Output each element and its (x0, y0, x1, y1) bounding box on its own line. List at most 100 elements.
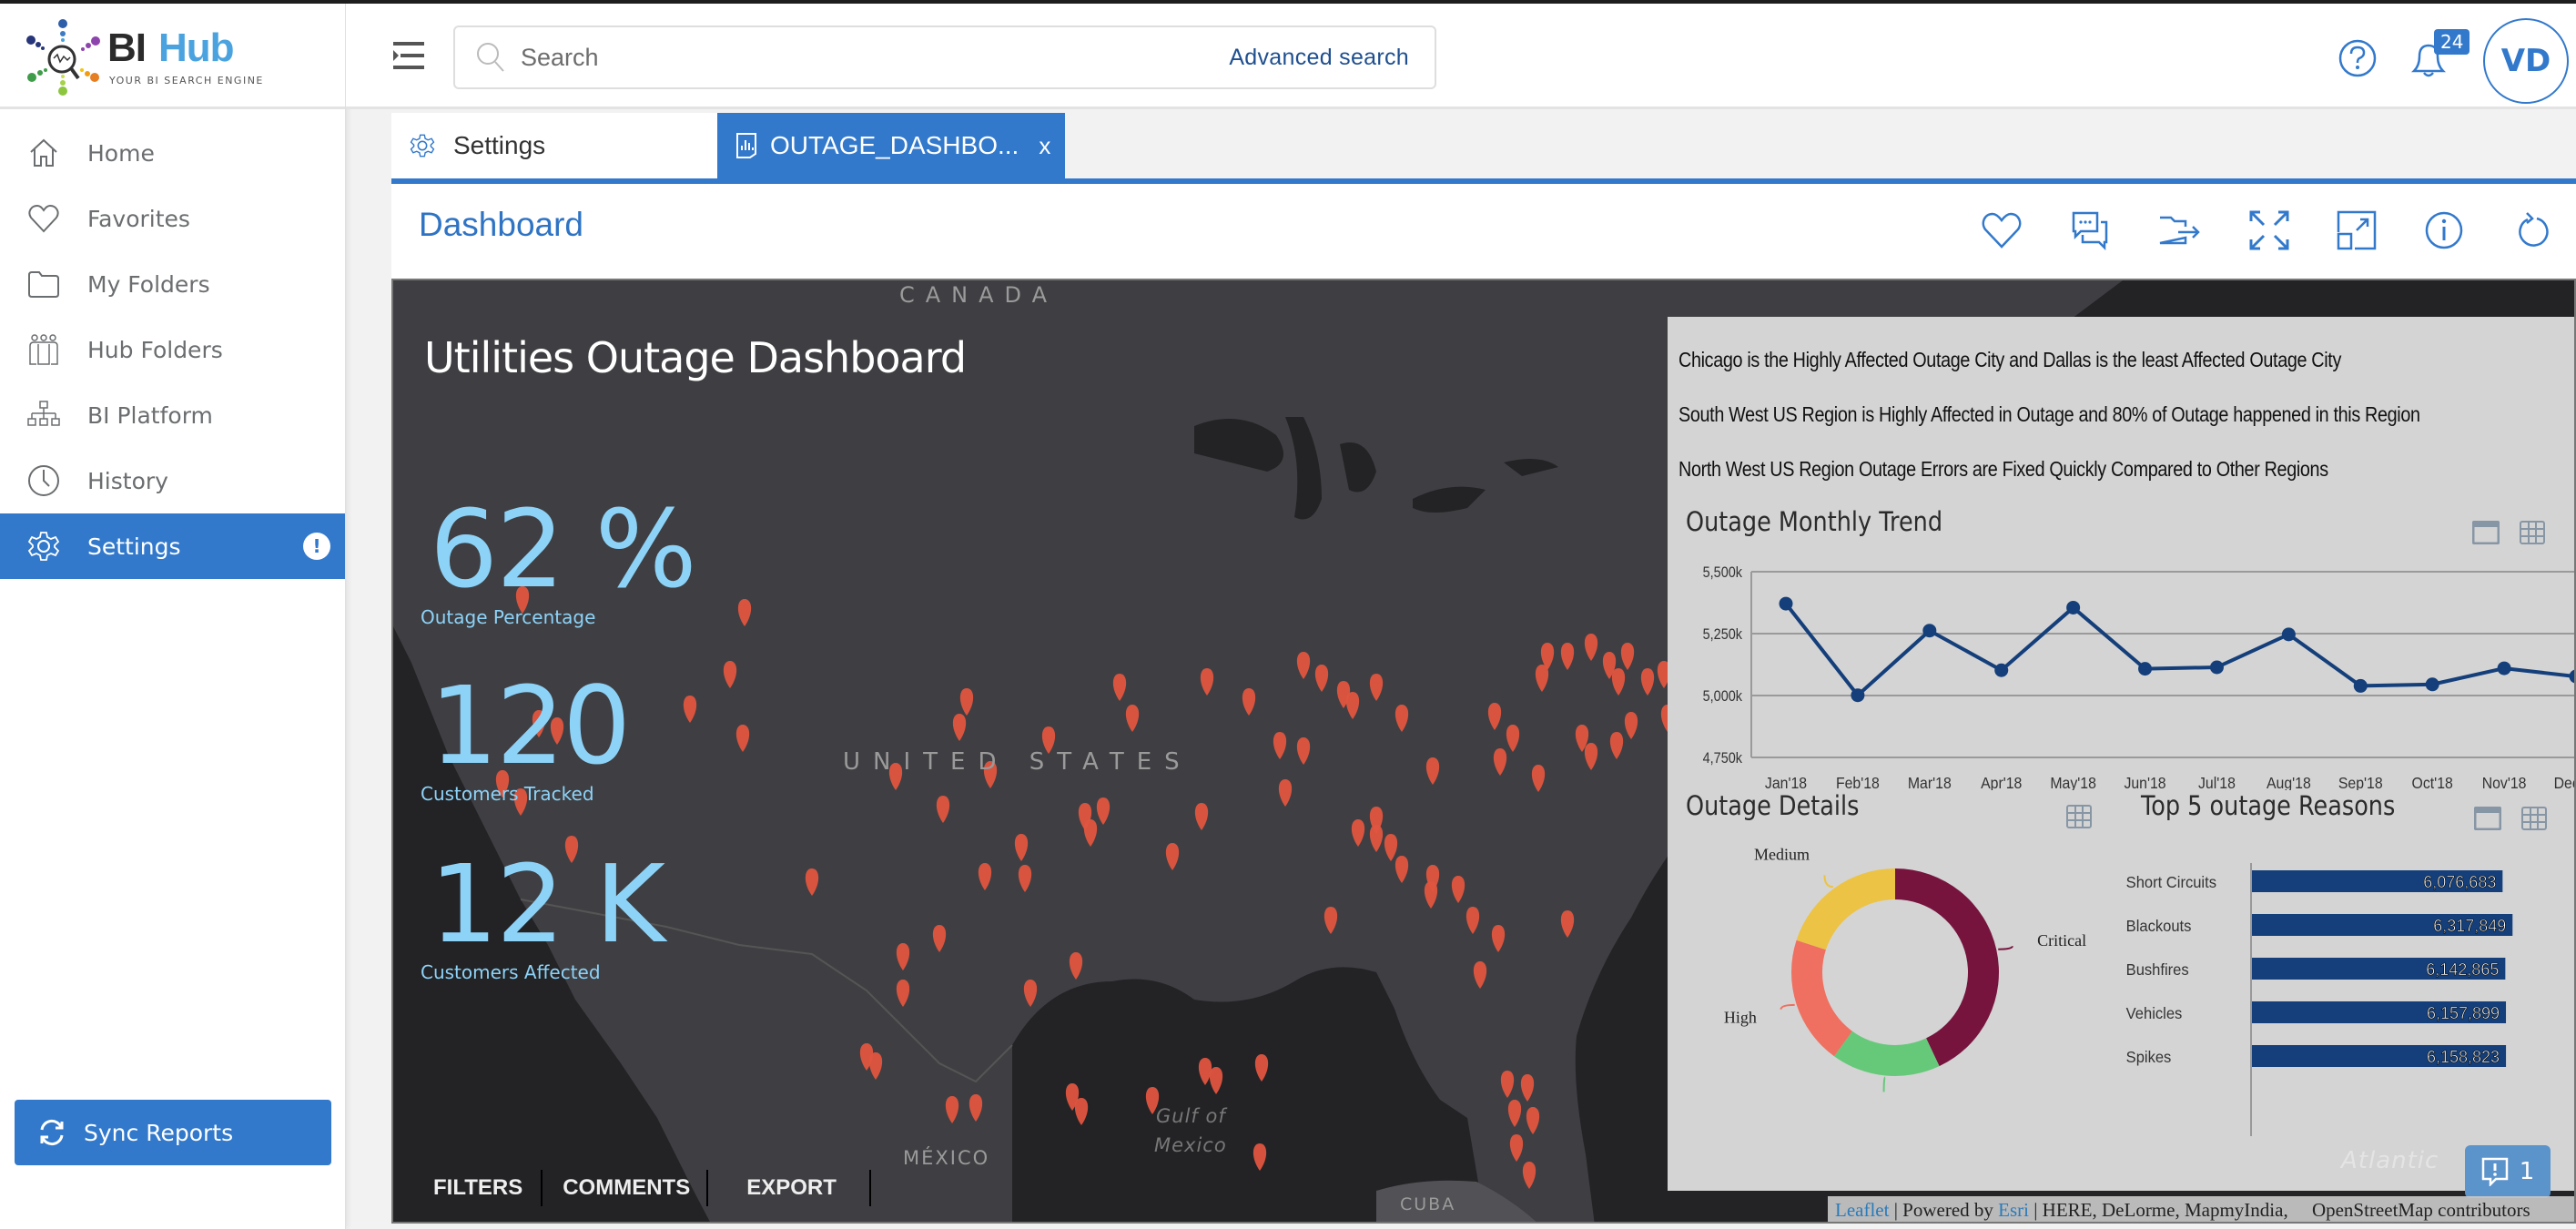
notifications-button[interactable]: 24 (2409, 29, 2470, 84)
x-tick-label: Sep'18 (2338, 774, 2383, 790)
fullscreen-button[interactable] (2243, 204, 2296, 257)
home-icon (27, 137, 60, 169)
sync-reports-label: Sync Reports (84, 1119, 234, 1146)
donut-slice-critical (1895, 868, 1999, 1067)
comment-notification-button[interactable]: 1 (2465, 1145, 2551, 1198)
tab-settings[interactable]: Settings (391, 113, 717, 178)
sidebar-item-label: Hub Folders (87, 336, 223, 363)
dashboard-action-bar: FILTERS COMMENTS EXPORT (393, 1153, 871, 1222)
tab-label: OUTAGE_DASHBO... (770, 131, 1019, 159)
export-tab-button[interactable]: EXPORT (708, 1170, 871, 1206)
sidebar-item-hub-folders[interactable]: Hub Folders (0, 317, 345, 382)
hierarchy-icon (27, 399, 60, 432)
chart-view-button[interactable] (2471, 520, 2500, 548)
x-tick-label: Oct'18 (2412, 774, 2453, 790)
sidebar-item-label: Favorites (87, 205, 190, 232)
outage-monthly-trend-chart: 5,500k 5,250k 5,000k 4,750k Jan'18 Feb'18 Mar'… (1703, 564, 2574, 790)
x-tick-label: Jul'18 (2198, 774, 2236, 790)
tab-label: Settings (453, 131, 546, 159)
comments-button[interactable] (2064, 204, 2117, 257)
sidebar-item-settings[interactable]: Settings ! (0, 513, 345, 579)
folder-export-icon (2159, 216, 2200, 245)
bihub-logo[interactable]: BI Hub YOUR BI SEARCH ENGINE (0, 4, 345, 109)
y-tick-label: 5,500k (1703, 564, 1742, 581)
refresh-icon (2519, 212, 2549, 247)
close-tab-button[interactable]: x (1039, 132, 1050, 160)
filters-button[interactable]: FILTERS (393, 1170, 543, 1206)
table-view-button[interactable] (2520, 521, 2545, 548)
insights-panel: Chicago is the Highly Affected Outage Ci… (1668, 317, 2574, 1191)
x-tick-label: Apr'18 (1981, 774, 2022, 790)
sidebar-item-home[interactable]: Home (0, 120, 345, 186)
donut-slice-high (1791, 940, 1852, 1057)
search-input[interactable] (521, 43, 1230, 72)
map-label-cuba: CUBA (1400, 1194, 1456, 1214)
logo-icon (26, 19, 100, 96)
sidebar-item-label: BI Platform (87, 401, 213, 429)
page-title: Dashboard (419, 206, 584, 243)
user-avatar[interactable]: VD (2483, 18, 2569, 104)
insight-3: North West US Region Outage Errors are F… (1678, 457, 2328, 481)
bar-value-label: 6,157,899 (2427, 1004, 2500, 1022)
bar-category-label: Vehicles (2126, 1003, 2183, 1022)
sidebar-item-history[interactable]: History (0, 448, 345, 513)
help-button[interactable] (2338, 38, 2378, 82)
data-point (2569, 669, 2574, 684)
map-attribution: Leaflet | Powered by Esri | HERE, DeLorm… (1828, 1196, 2574, 1222)
logo-tagline: YOUR BI SEARCH ENGINE (109, 75, 264, 86)
info-button[interactable] (2418, 204, 2470, 257)
map-label-mexico: MÉXICO (903, 1147, 990, 1169)
bar-category-label: Short Circuits (2126, 872, 2217, 891)
tab-outage-dashboard[interactable]: OUTAGE_DASHBO... x (717, 113, 1065, 178)
sidebar: BI Hub YOUR BI SEARCH ENGINE Home Favori… (0, 4, 346, 1229)
logo-text-hub: Hub (158, 25, 235, 70)
comment-alert-icon (2481, 1157, 2509, 1186)
page-header: Dashboard (391, 184, 2576, 279)
search-bar: Advanced search (453, 25, 1436, 89)
map-label-united-states: UNITED STATES (843, 748, 1192, 776)
outage-details-donut-chart: Critical Low High Medium (1724, 846, 2086, 1109)
sidebar-item-label: My Folders (87, 270, 210, 298)
donut-label: High (1724, 1008, 1757, 1026)
bar-category-label: Blackouts (2126, 916, 2192, 935)
data-point (2425, 677, 2439, 692)
data-point (1994, 663, 2009, 677)
export-button[interactable] (2154, 204, 2206, 257)
advanced-search-link[interactable]: Advanced search (1229, 45, 1409, 71)
open-in-new-window-button[interactable] (2330, 204, 2383, 257)
data-point (2353, 678, 2368, 693)
sync-icon (38, 1119, 66, 1146)
kpi-customers-tracked-label: Customers Tracked (421, 783, 594, 805)
settings-alert-badge: ! (303, 533, 330, 560)
table-icon (2066, 805, 2092, 828)
kpi-outage-percentage-value: 62 % (430, 486, 697, 612)
donut-chart-title: Outage Details (1686, 790, 1860, 821)
bar-category-label: Bushfires (2126, 960, 2189, 979)
refresh-button[interactable] (2507, 204, 2560, 257)
sidebar-item-my-folders[interactable]: My Folders (0, 251, 345, 317)
sync-reports-button[interactable]: Sync Reports (15, 1100, 331, 1165)
clock-icon (27, 464, 60, 497)
map-label-gulf-2: Mexico (1154, 1134, 1227, 1156)
sidebar-item-label: History (87, 467, 168, 494)
sidebar-item-label: Settings (87, 533, 181, 560)
x-tick-label: Feb'18 (1836, 774, 1880, 790)
comments-tab-button[interactable]: COMMENTS (543, 1170, 709, 1206)
favorite-button[interactable] (1975, 204, 2028, 257)
bar-chart-view-button[interactable] (2473, 806, 2502, 834)
app-window: BI Hub YOUR BI SEARCH ENGINE Home Favori… (0, 4, 2576, 1229)
leaflet-link[interactable]: Leaflet (1835, 1199, 1889, 1222)
search-icon (475, 41, 506, 74)
x-tick-label: Mar'18 (1908, 774, 1952, 790)
kpi-customers-affected-value: 12 K (430, 841, 665, 967)
sidebar-item-label: Home (87, 139, 155, 167)
sidebar-item-favorites[interactable]: Favorites (0, 186, 345, 251)
gear-icon (27, 530, 60, 563)
logo-text-bi: BI (107, 25, 147, 70)
menu-toggle-button[interactable] (391, 40, 428, 73)
data-point (2497, 661, 2511, 675)
y-tick-label: 5,250k (1703, 626, 1742, 643)
bar-table-view-button[interactable] (2521, 807, 2547, 834)
sidebar-item-bi-platform[interactable]: BI Platform (0, 382, 345, 448)
esri-link[interactable]: Esri (1998, 1199, 2029, 1222)
